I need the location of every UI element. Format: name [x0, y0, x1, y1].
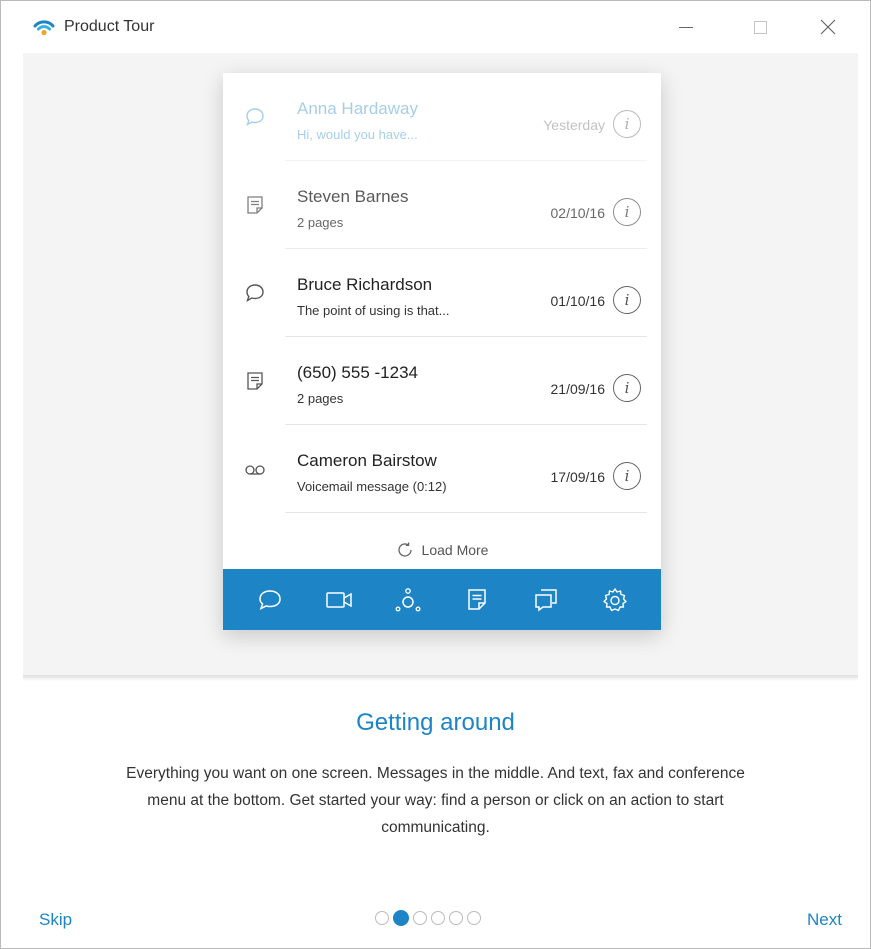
chat-bubble-icon: [243, 281, 267, 305]
app-preview-panel: Anna Hardaway Hi, would you have... Yest…: [223, 73, 661, 630]
page-indicator: [375, 910, 481, 926]
next-button[interactable]: Next: [807, 910, 842, 930]
tour-preview-area: Anna Hardaway Hi, would you have... Yest…: [23, 53, 858, 678]
message-preview: 2 pages: [297, 391, 344, 406]
refresh-arrow-icon: [396, 541, 414, 559]
contact-name: (650) 555 -1234: [297, 363, 418, 382]
settings-gear-icon: [600, 585, 630, 615]
chat-bubble-icon: [255, 585, 285, 615]
product-tour-window: Product Tour Anna Hardaway Hi, would you…: [0, 0, 871, 949]
preview-divider-shadow: [23, 675, 858, 681]
info-icon: i: [613, 462, 641, 490]
message-preview: Voicemail message (0:12): [297, 479, 447, 494]
info-icon: i: [613, 286, 641, 314]
window-title: Product Tour: [64, 18, 155, 35]
chat-bubble-icon: [243, 105, 267, 129]
message-row: Cameron Bairstow Voicemail message (0:12…: [223, 425, 661, 513]
message-date: 17/09/16: [550, 469, 606, 485]
message-preview: The point of using is that...: [297, 303, 450, 318]
message-row: Steven Barnes 2 pages 02/10/16 i: [223, 161, 661, 249]
minimize-button[interactable]: [663, 9, 709, 45]
message-date: Yesterday: [543, 117, 605, 133]
fax-document-icon: [243, 193, 267, 217]
message-row: Bruce Richardson The point of using is t…: [223, 249, 661, 337]
conference-icon: [531, 585, 561, 615]
wifi-signal-icon: [33, 16, 55, 38]
page-dot[interactable]: [467, 911, 481, 925]
message-date: 02/10/16: [550, 205, 606, 221]
app-bottom-bar: [223, 569, 661, 630]
page-dot[interactable]: [449, 911, 463, 925]
message-row: (650) 555 -1234 2 pages 21/09/16 i: [223, 337, 661, 425]
contact-name: Anna Hardaway: [297, 99, 418, 118]
info-icon: i: [613, 110, 641, 138]
contact-name: Bruce Richardson: [297, 275, 433, 294]
contact-name: Cameron Bairstow: [297, 451, 437, 470]
voicemail-icon: [243, 457, 267, 481]
message-date: 21/09/16: [550, 381, 606, 397]
page-dot-active[interactable]: [393, 910, 409, 926]
skip-button[interactable]: Skip: [39, 910, 72, 930]
close-button[interactable]: [805, 9, 851, 45]
message-preview: 2 pages: [297, 215, 344, 230]
message-date: 01/10/16: [550, 293, 606, 309]
minimize-icon: [679, 26, 693, 28]
load-more: Load More: [223, 533, 661, 567]
info-icon: i: [613, 374, 641, 402]
maximize-icon: [753, 20, 767, 34]
maximize-button[interactable]: [737, 9, 783, 45]
title-bar: Product Tour: [1, 1, 870, 53]
message-preview: Hi, would you have...: [297, 127, 418, 142]
info-icon: i: [613, 198, 641, 226]
fax-document-icon: [243, 369, 267, 393]
tour-step-title: Getting around: [356, 709, 515, 736]
tour-step-description: Everything you want on one screen. Messa…: [126, 765, 745, 836]
page-dot[interactable]: [413, 911, 427, 925]
video-camera-icon: [324, 585, 354, 615]
close-icon: [820, 19, 836, 35]
page-dot[interactable]: [375, 911, 389, 925]
message-row: Anna Hardaway Hi, would you have... Yest…: [223, 73, 661, 161]
contact-name: Steven Barnes: [297, 187, 409, 206]
load-more-label: Load More: [421, 542, 489, 558]
page-dot[interactable]: [431, 911, 445, 925]
contacts-icon: [393, 585, 423, 615]
fax-document-icon: [462, 585, 492, 615]
row-divider: [285, 512, 647, 513]
